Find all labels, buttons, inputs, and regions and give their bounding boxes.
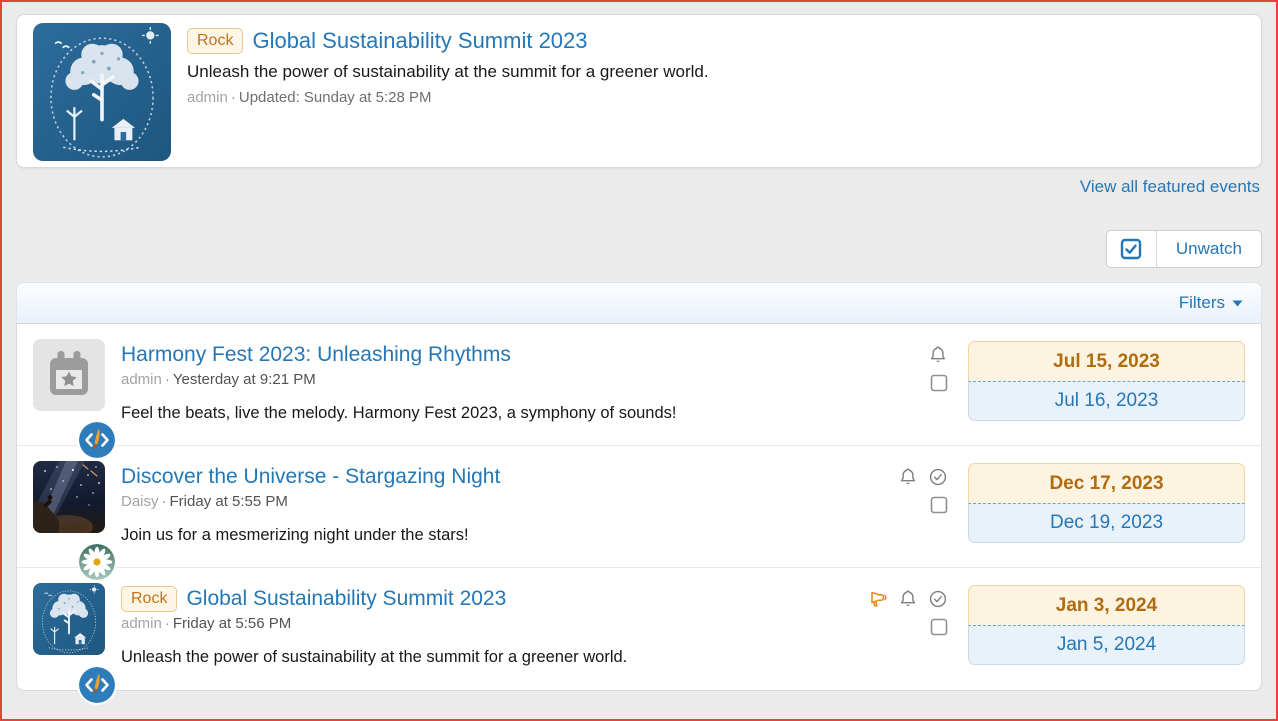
event-row: Harmony Fest 2023: Unleashing Rhythms ad… [17,324,1261,446]
meta-separator: · [162,615,173,632]
event-main: Rock Global Sustainability Summit 2023 a… [121,583,864,675]
bell-icon [898,589,918,609]
event-end-date[interactable]: Jan 5, 2024 [968,625,1245,665]
daisy-avatar[interactable] [79,544,115,580]
event-timestamp: Friday at 5:55 PM [170,493,288,510]
event-description: Join us for a mesmerizing night under th… [121,526,864,545]
event-meta: admin·Yesterday at 9:21 PM [121,371,864,388]
admin-avatar[interactable] [79,422,115,458]
unwatch-button-label[interactable]: Unwatch [1157,231,1261,267]
bell-icon [928,345,948,365]
event-thumbnail-wrap [33,583,105,675]
events-page: Rock Global Sustainability Summit 2023 U… [2,2,1276,691]
author-name[interactable]: Daisy [121,493,159,510]
event-description: Unleash the power of sustainability at t… [121,648,864,667]
prefix-badge[interactable]: Rock [121,586,177,612]
event-start-date[interactable]: Dec 17, 2023 [968,463,1245,503]
meta-separator: · [159,493,170,510]
watch-row: Unwatch [16,230,1262,268]
event-start-date[interactable]: Jul 15, 2023 [968,341,1245,381]
event-row: Discover the Universe - Stargazing Night… [17,446,1261,568]
check-circle-icon [928,467,948,487]
chevron-down-icon [1232,300,1243,307]
event-actions [864,461,948,552]
bell-icon [898,467,918,487]
unwatch-button[interactable]: Unwatch [1106,230,1262,268]
event-timestamp: Yesterday at 9:21 PM [173,371,316,388]
event-row: Rock Global Sustainability Summit 2023 a… [17,568,1261,690]
event-meta: admin·Friday at 5:56 PM [121,615,864,632]
updated-timestamp: Updated: Sunday at 5:28 PM [239,89,432,106]
event-timestamp: Friday at 5:56 PM [173,615,291,632]
night-sky-thumbnail[interactable] [33,461,105,533]
watch-checkbox-segment[interactable] [1107,231,1157,267]
select-checkbox[interactable] [930,618,948,636]
select-checkbox[interactable] [930,374,948,392]
event-description: Feel the beats, live the melody. Harmony… [121,404,864,423]
event-meta: Daisy·Friday at 5:55 PM [121,493,864,510]
event-thumbnail-wrap [33,461,105,552]
select-checkbox[interactable] [930,496,948,514]
admin-avatar[interactable] [79,667,115,703]
megaphone-icon [868,589,888,609]
view-all-row: View all featured events [16,177,1260,197]
event-end-date[interactable]: Dec 19, 2023 [968,503,1245,543]
event-actions [864,583,948,675]
event-title-link[interactable]: Discover the Universe - Stargazing Night [121,463,500,490]
filters-label: Filters [1179,293,1225,313]
filters-bar: Filters [16,282,1262,324]
event-title-link[interactable]: Global Sustainability Summit 2023 [186,585,506,612]
event-dates: Dec 17, 2023 Dec 19, 2023 [968,461,1245,552]
author-name[interactable]: admin [187,89,228,106]
tree-artwork-thumbnail[interactable] [33,583,105,655]
featured-event-body: Rock Global Sustainability Summit 2023 U… [187,23,709,106]
event-dates: Jan 3, 2024 Jan 5, 2024 [968,583,1245,675]
featured-event-title-link[interactable]: Global Sustainability Summit 2023 [252,27,587,55]
meta-separator: · [162,371,173,388]
event-end-date[interactable]: Jul 16, 2023 [968,381,1245,421]
event-main: Harmony Fest 2023: Unleashing Rhythms ad… [121,339,864,430]
featured-event-description: Unleash the power of sustainability at t… [187,62,709,82]
event-actions [864,339,948,430]
filters-toggle[interactable]: Filters [1179,293,1243,313]
author-name[interactable]: admin [121,371,162,388]
prefix-badge[interactable]: Rock [187,28,243,54]
event-thumbnail-wrap [33,339,105,430]
meta-separator: · [228,89,239,106]
checked-checkbox-icon [1120,238,1142,260]
event-list: Harmony Fest 2023: Unleashing Rhythms ad… [16,324,1262,691]
event-title-link[interactable]: Harmony Fest 2023: Unleashing Rhythms [121,341,511,368]
author-name[interactable]: admin [121,615,162,632]
featured-event-thumbnail[interactable] [33,23,171,161]
event-main: Discover the Universe - Stargazing Night… [121,461,864,552]
featured-event-meta: admin·Updated: Sunday at 5:28 PM [187,89,709,106]
event-dates: Jul 15, 2023 Jul 16, 2023 [968,339,1245,430]
check-circle-icon [928,589,948,609]
view-all-featured-events-link[interactable]: View all featured events [1080,177,1260,196]
calendar-placeholder-thumbnail[interactable] [33,339,105,411]
event-start-date[interactable]: Jan 3, 2024 [968,585,1245,625]
featured-event-card: Rock Global Sustainability Summit 2023 U… [16,14,1262,168]
